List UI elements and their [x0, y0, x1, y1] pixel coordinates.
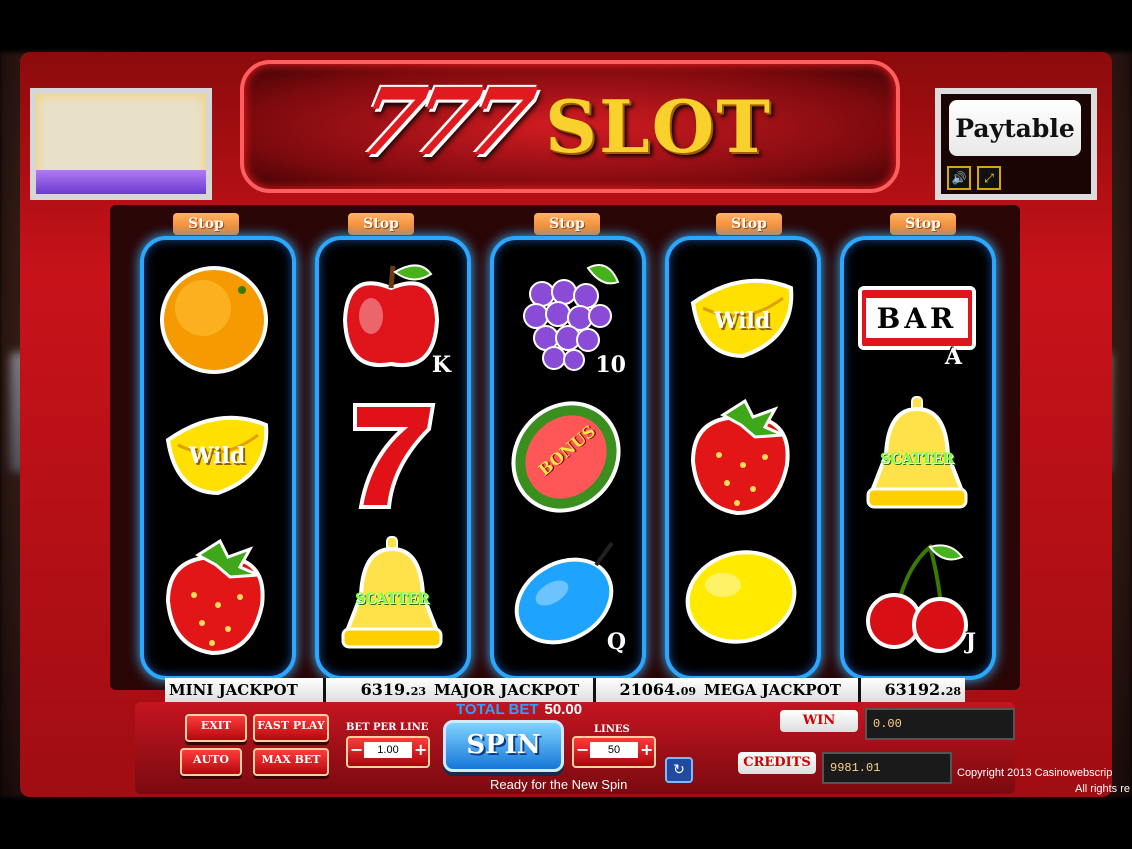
mini-jackpot-value: 6319.23 [323, 678, 430, 702]
reel-3: 10 BONUS Q [490, 236, 646, 680]
fullscreen-icon[interactable]: ⤢ [977, 166, 1001, 190]
symbol-letter: Q [606, 629, 626, 655]
marquee-lights [36, 170, 206, 194]
mega-jackpot-label: MEGA JACKPOT [700, 678, 858, 702]
lines-increase-button[interactable]: + [640, 742, 653, 758]
major-jackpot-label: MAJOR JACKPOT [430, 678, 594, 702]
win-value: 0.00 [865, 708, 1015, 740]
mega-jackpot: MEGA JACKPOT 63192.28 [700, 678, 965, 702]
banana-wild-symbol: Wild [158, 395, 276, 515]
logo-777: 777 [348, 68, 534, 176]
reel-1: Wild [140, 236, 296, 680]
banana-wild-symbol: Wild [683, 258, 801, 378]
lines-label: LINES [594, 724, 630, 735]
cherries-symbol: J [858, 535, 976, 655]
status-message: Ready for the New Spin [490, 777, 628, 792]
symbol-letter: A [944, 344, 962, 370]
stop-button-reel-4[interactable]: Stop [716, 213, 782, 235]
symbol-letter: J [965, 629, 976, 655]
wild-label: Wild [188, 443, 246, 469]
bet-per-line-label: BET PER LINE [346, 722, 429, 733]
lemon-symbol [683, 535, 801, 655]
reel-5: BAR A SCATTER J [840, 236, 996, 680]
reel-2: K SCATTER [315, 236, 471, 680]
auto-button[interactable]: AUTO [180, 748, 242, 776]
lines-value: 50 [590, 742, 638, 758]
spin-button[interactable]: SPIN [443, 720, 564, 772]
orange-symbol [158, 258, 276, 378]
strawberry-symbol [158, 535, 276, 656]
total-bet: TOTAL BET 50.00 [456, 701, 583, 718]
paytable-button[interactable]: Paytable [949, 100, 1081, 156]
slot-game-screen: 777 SLOT Paytable 🔊 ⤢ Stop Stop Stop Sto… [0, 0, 1132, 849]
marquee-light-panel [30, 88, 212, 200]
major-jackpot: MAJOR JACKPOT 21064.09 [430, 678, 700, 702]
stop-button-reel-3[interactable]: Stop [534, 213, 600, 235]
bet-increase-button[interactable]: + [414, 742, 427, 758]
credits-label: CREDITS [738, 752, 816, 774]
stop-button-reel-5[interactable]: Stop [890, 213, 956, 235]
jackpot-bar: MINI JACKPOT 6319.23 MAJOR JACKPOT 21064… [165, 678, 965, 702]
lines-decrease-button[interactable]: − [576, 742, 589, 758]
mini-jackpot: MINI JACKPOT 6319.23 [165, 678, 430, 702]
fast-play-button[interactable]: FAST PLAY [253, 714, 329, 742]
watermelon-bonus-symbol: BONUS [508, 395, 626, 515]
plum-symbol: Q [508, 535, 626, 655]
stop-button-reel-2[interactable]: Stop [348, 213, 414, 235]
bar-label: BAR [876, 302, 958, 335]
bell-scatter-symbol: SCATTER [858, 395, 976, 515]
logo-slot: SLOT [545, 84, 772, 169]
symbol-letter: 10 [595, 352, 626, 378]
bet-per-line-value: 1.00 [364, 742, 412, 758]
bell-scatter-symbol: SCATTER [333, 535, 451, 655]
copyright-text: Copyright 2013 Casinowebscrip All rights… [957, 767, 1131, 795]
apple-symbol: K [333, 258, 451, 378]
reel-4: Wild [665, 236, 821, 680]
major-jackpot-value: 21064.09 [593, 678, 700, 702]
bar-symbol: BAR A [858, 258, 976, 378]
bet-per-line-stepper[interactable]: − 1.00 + [346, 736, 430, 768]
win-label: WIN [780, 710, 858, 732]
seven-symbol [333, 395, 451, 515]
strawberry-symbol [683, 395, 801, 516]
refresh-icon[interactable]: ↻ [665, 757, 693, 783]
grapes-symbol: 10 [508, 258, 626, 378]
scatter-label: SCATTER [880, 451, 954, 467]
scatter-label: SCATTER [355, 591, 429, 607]
total-bet-value: 50.00 [544, 701, 583, 718]
bet-decrease-button[interactable]: − [350, 742, 363, 758]
paytable-panel: Paytable 🔊 ⤢ [935, 88, 1097, 200]
credits-value: 9981.01 [822, 752, 952, 784]
mini-jackpot-label: MINI JACKPOT [165, 678, 323, 702]
stop-button-reel-1[interactable]: Stop [173, 213, 239, 235]
sound-icon[interactable]: 🔊 [947, 166, 971, 190]
mega-jackpot-value: 63192.28 [858, 678, 965, 702]
wild-label: Wild [713, 308, 771, 334]
symbol-letter: K [431, 352, 451, 378]
lines-stepper[interactable]: − 50 + [572, 736, 656, 768]
max-bet-button[interactable]: MAX BET [253, 748, 329, 776]
exit-button[interactable]: EXIT [185, 714, 247, 742]
